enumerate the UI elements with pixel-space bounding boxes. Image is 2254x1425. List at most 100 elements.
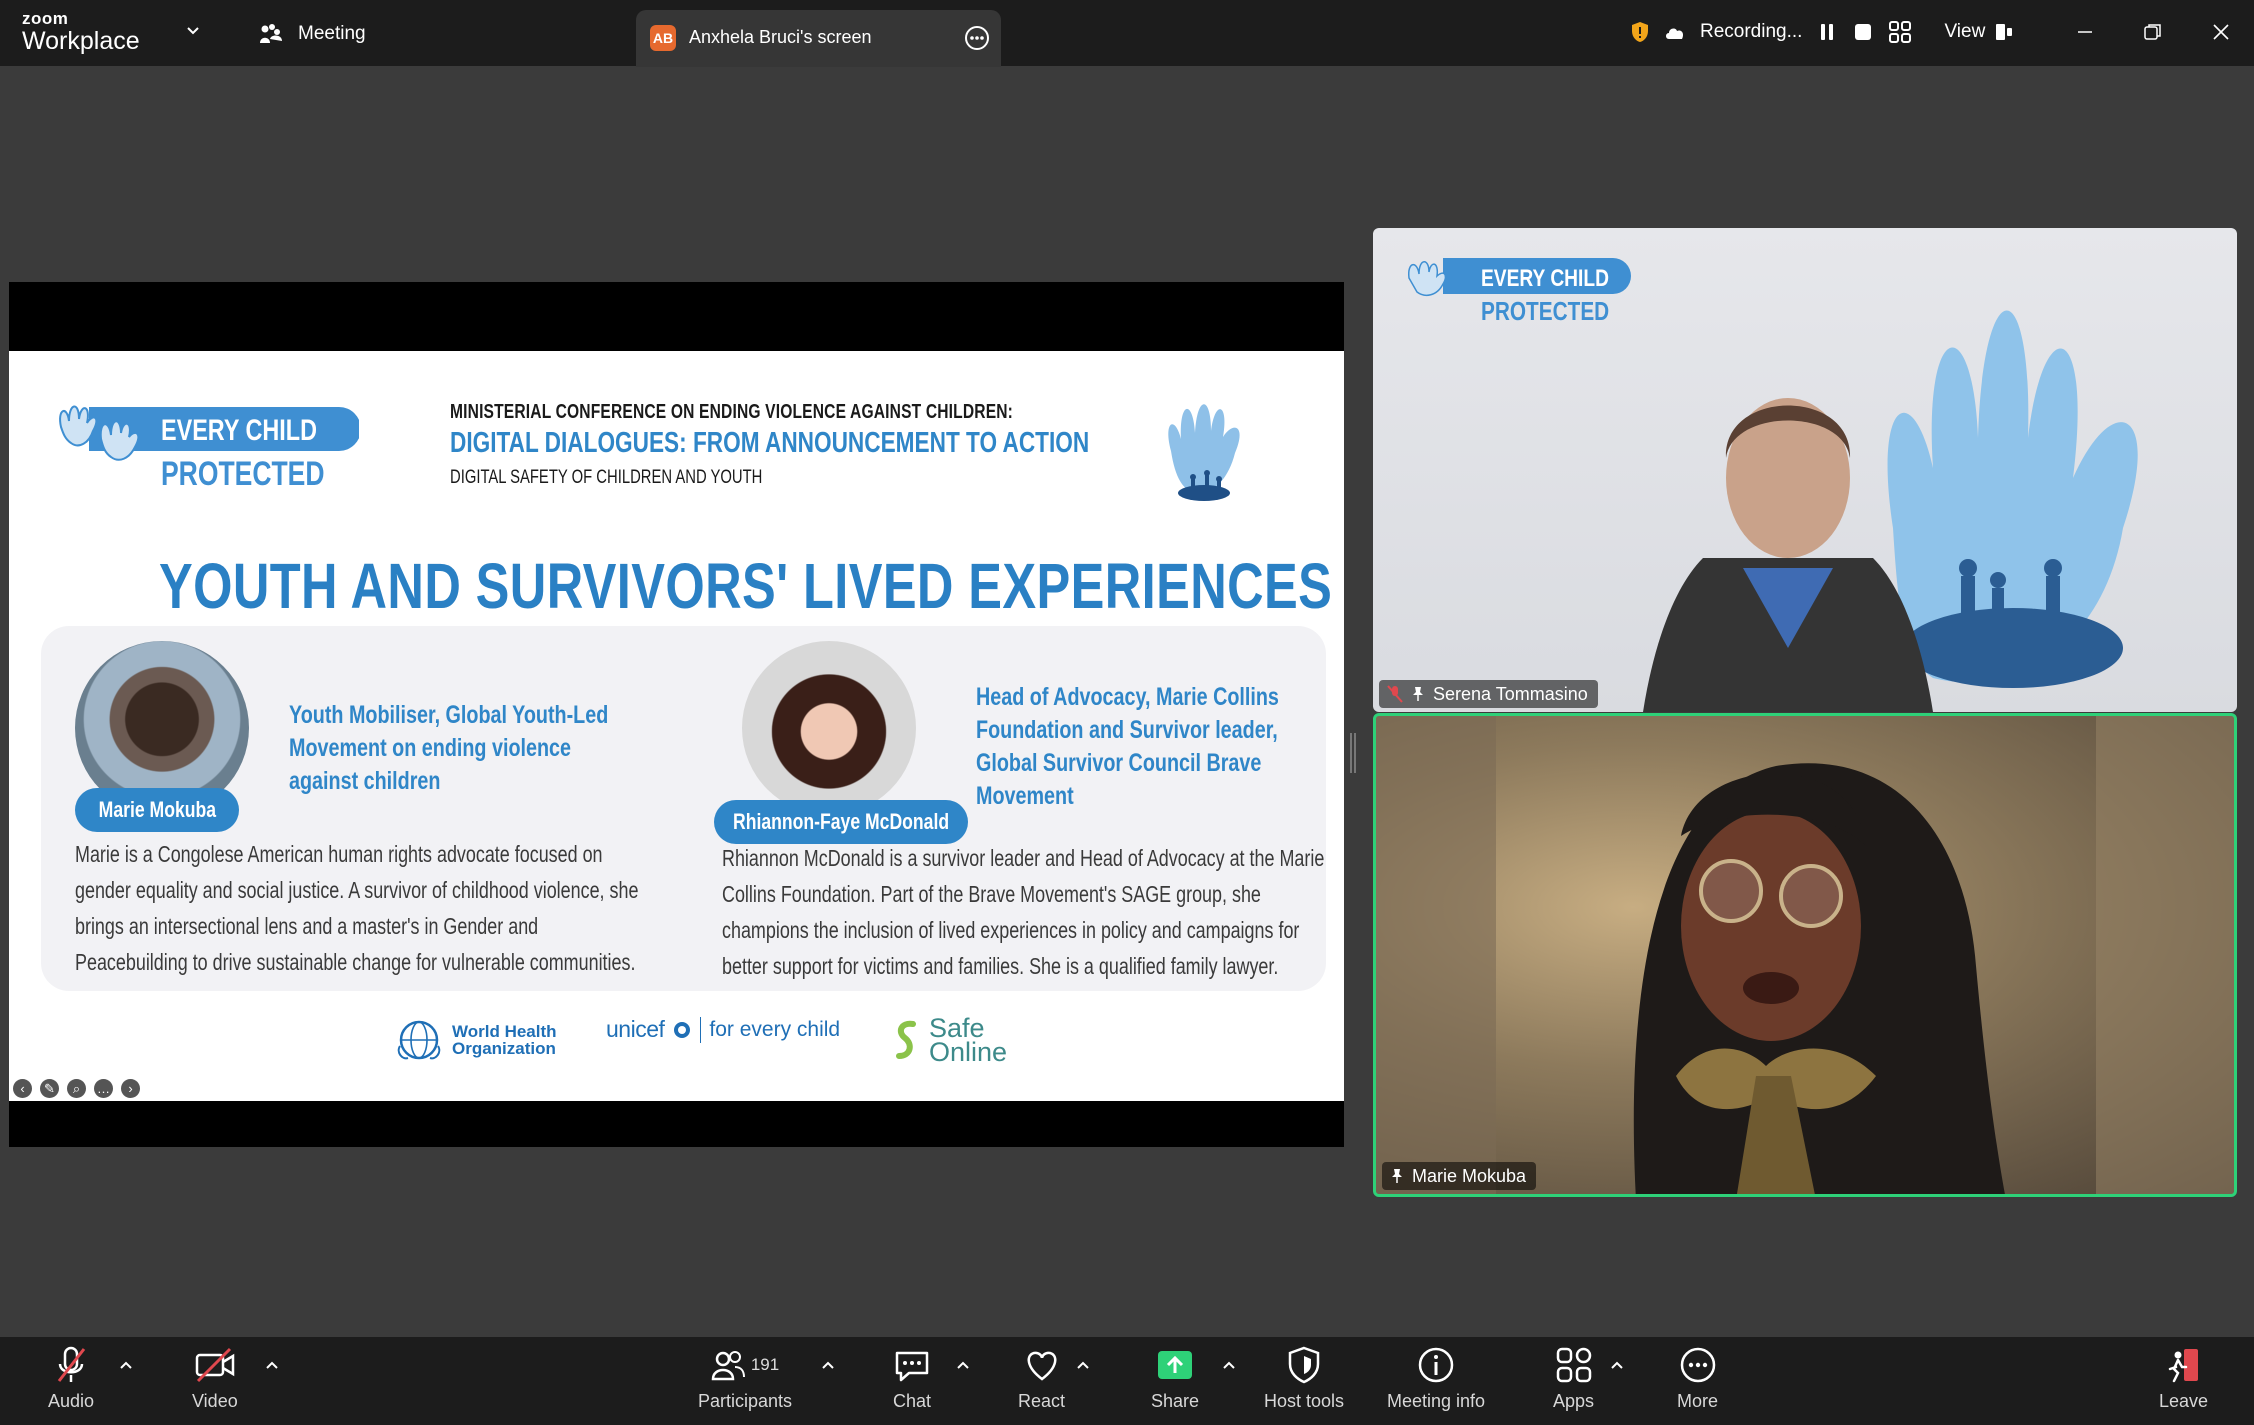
tab-meeting-label: Meeting	[298, 23, 366, 44]
bio-line: better support for victims and families.…	[722, 953, 1279, 979]
participants-label: Participants	[698, 1391, 793, 1411]
recording-controls: Recording... View	[1630, 8, 2013, 56]
participants-count: 191	[750, 1355, 780, 1374]
chevron-down-icon[interactable]	[184, 22, 202, 40]
share-label: Share	[1151, 1391, 1200, 1411]
conference-line-3: DIGITAL SAFETY OF CHILDREN AND YOUTH	[450, 467, 763, 488]
speaker-name-1: Marie Mokuba	[98, 797, 216, 822]
unicef-logo: unicef for every child	[606, 1016, 840, 1043]
every-child-protected-logo: EVERY CHILD PROTECTED	[59, 405, 359, 493]
conference-line-1: MINISTERIAL CONFERENCE ON ENDING VIOLENC…	[450, 401, 1014, 423]
host-tools-label: Host tools	[1264, 1391, 1345, 1411]
close-icon	[2213, 24, 2229, 40]
who-line-2: Organization	[452, 1039, 556, 1058]
audio-button[interactable]: Audio	[48, 1345, 94, 1412]
conference-line-2: DIGITAL DIALOGUES: FROM ANNOUNCEMENT TO …	[450, 427, 1090, 459]
video-tile-marie[interactable]: Marie Mokuba	[1373, 713, 2237, 1197]
chat-options-caret-icon[interactable]	[955, 1357, 971, 1373]
pause-recording-button[interactable]	[1816, 21, 1838, 43]
speaker-bio-1: Marie is a Congolese American human righ…	[75, 836, 638, 980]
more-icon[interactable]: …	[94, 1079, 113, 1098]
video-off-icon	[195, 1347, 235, 1383]
mic-muted-icon	[1387, 685, 1403, 703]
next-slide-icon[interactable]: ›	[121, 1079, 140, 1098]
speaker-role-2: Head of Advocacy, Marie Collins Foundati…	[976, 681, 1279, 813]
separator	[700, 1016, 702, 1043]
shield-icon	[1288, 1346, 1320, 1384]
pen-icon[interactable]: ✎	[40, 1079, 59, 1098]
share-options-caret-icon[interactable]	[1221, 1357, 1237, 1373]
leave-label: Leave	[2159, 1391, 2209, 1411]
meeting-info-label: Meeting info	[1387, 1391, 1486, 1411]
audio-options-caret-icon[interactable]	[118, 1357, 134, 1373]
share-screen-icon	[1158, 1351, 1193, 1379]
zoom-icon[interactable]: ⌕	[67, 1079, 86, 1098]
participant-name-tag: Marie Mokuba	[1382, 1162, 1537, 1190]
audio-label: Audio	[48, 1391, 95, 1411]
bio-line: Rhiannon McDonald is a survivor leader a…	[722, 845, 1325, 871]
view-button[interactable]: View	[1926, 21, 2013, 43]
speaker-name-pill: Marie Mokuba	[75, 788, 239, 832]
restore-icon	[2144, 24, 2161, 40]
host-tools-button[interactable]: Host tools	[1264, 1345, 1344, 1412]
speaker-bio-2: Rhiannon McDonald is a survivor leader a…	[722, 840, 1324, 984]
speaker-name-2: Rhiannon-Faye McDonald	[732, 809, 950, 834]
chat-icon	[895, 1351, 929, 1382]
minimize-button[interactable]	[2065, 14, 2105, 50]
bio-line: champions the inclusion of lived experie…	[722, 917, 1300, 943]
leave-button[interactable]: Leave	[2159, 1345, 2208, 1412]
video-button[interactable]: Video	[192, 1345, 238, 1412]
participant-name-tag: Serena Tommasino	[1379, 680, 1598, 708]
more-options-icon[interactable]	[963, 24, 991, 52]
shield-icon[interactable]	[1630, 21, 1650, 43]
unicef-tagline: for every child	[709, 1017, 841, 1041]
title-bar: zoom Workplace Meeting AB Anxhela Bruci'…	[0, 0, 2254, 67]
video-options-caret-icon[interactable]	[264, 1357, 280, 1373]
marie-video-frame	[1376, 716, 2234, 1194]
brand-small: zoom	[22, 9, 69, 28]
participants-button[interactable]: 191 Participants	[698, 1345, 792, 1412]
presenter-toolbar: ‹ ✎ ⌕ … ›	[13, 1079, 140, 1098]
tab-screen-label: Anxhela Bruci's screen	[689, 27, 872, 47]
more-button[interactable]: More	[1677, 1345, 1718, 1412]
logo-text-1: EVERY CHILD	[161, 413, 317, 446]
participant-name: Serena Tommasino	[1433, 683, 1588, 704]
role-line: Youth Mobiliser, Global Youth-Led	[289, 701, 609, 729]
zoom-workplace-logo[interactable]: zoom Workplace	[22, 10, 140, 54]
tile-ecp-logo: EVERY CHILD PROTECTED	[1408, 258, 1631, 326]
react-options-caret-icon[interactable]	[1075, 1357, 1091, 1373]
meeting-toolbar: Audio Video 191 Participants Chat React …	[0, 1337, 2254, 1425]
tile-logo-text-2: PROTECTED	[1481, 297, 1609, 326]
speaker-role-1: Youth Mobiliser, Global Youth-Led Moveme…	[289, 699, 608, 798]
tab-shared-screen[interactable]: AB Anxhela Bruci's screen	[636, 10, 1001, 67]
role-line: Foundation and Survivor leader,	[976, 716, 1278, 744]
apps-button[interactable]: Apps	[1553, 1345, 1594, 1412]
apps-options-caret-icon[interactable]	[1609, 1357, 1625, 1373]
bio-line: brings an intersectional lens and a mast…	[75, 913, 539, 939]
video-tile-serena[interactable]: EVERY CHILD PROTECTED Serena Tommasino	[1373, 228, 2237, 712]
react-button[interactable]: React	[1018, 1345, 1065, 1412]
minimize-icon	[2078, 31, 2092, 33]
tab-meeting[interactable]: Meeting	[258, 18, 366, 50]
grid-view-icon[interactable]	[1888, 20, 1912, 44]
chat-label: Chat	[893, 1391, 932, 1411]
resize-handle[interactable]	[1350, 733, 1356, 773]
participants-options-caret-icon[interactable]	[820, 1357, 836, 1373]
close-button[interactable]	[2201, 14, 2241, 50]
chat-button[interactable]: Chat	[893, 1345, 931, 1412]
previous-slide-icon[interactable]: ‹	[13, 1079, 32, 1098]
stop-icon	[1855, 24, 1872, 40]
participants-icon	[711, 1351, 745, 1381]
more-label: More	[1677, 1391, 1719, 1411]
share-button[interactable]: Share	[1151, 1345, 1199, 1412]
restore-button[interactable]	[2133, 14, 2173, 50]
hand-emblem-icon	[1168, 404, 1240, 501]
more-icon	[1680, 1347, 1715, 1383]
apps-label: Apps	[1553, 1391, 1595, 1411]
leave-door-icon	[2168, 1349, 2198, 1383]
bio-line: Peacebuilding to drive sustainable chang…	[75, 949, 636, 975]
pause-icon	[1821, 24, 1834, 40]
meeting-info-button[interactable]: Meeting info	[1387, 1345, 1485, 1412]
stop-recording-button[interactable]	[1852, 21, 1874, 43]
shared-screen[interactable]: EVERY CHILD PROTECTED MINISTERIAL CONFER…	[9, 282, 1344, 1147]
